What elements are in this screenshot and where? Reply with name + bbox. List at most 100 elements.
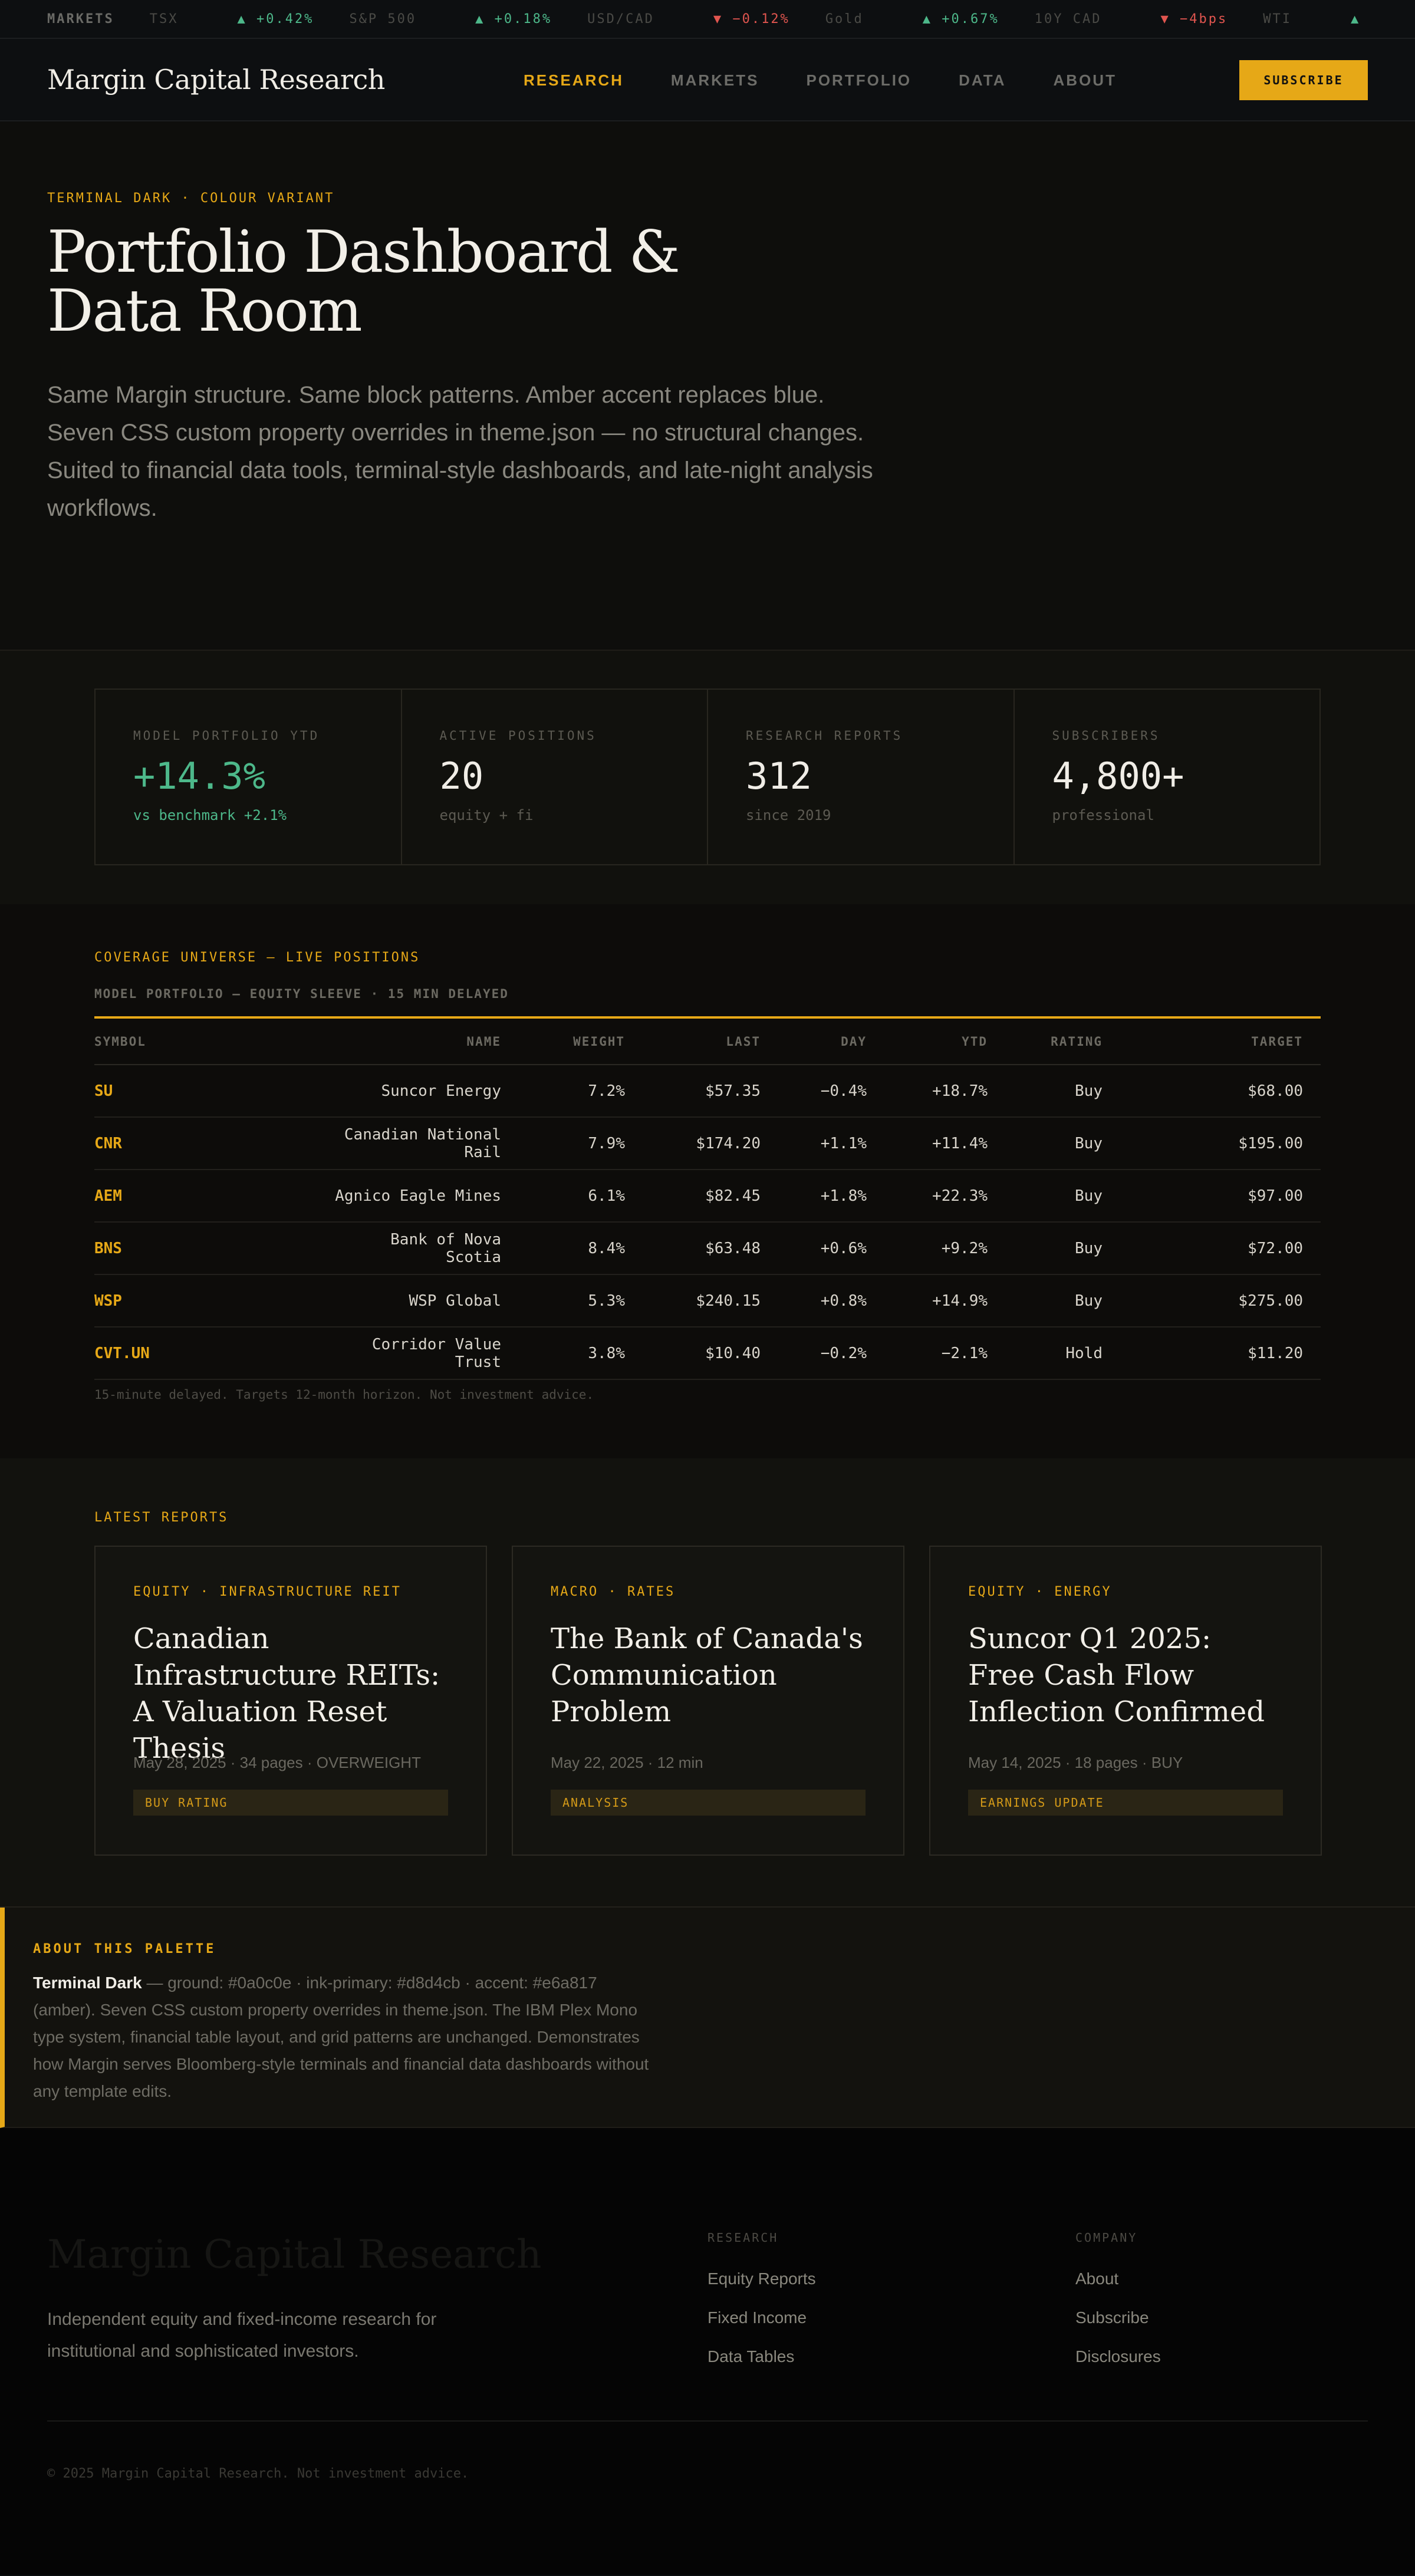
report-card[interactable]: EQUITY · INFRASTRUCTURE REIT Canadian In…: [94, 1546, 487, 1856]
stat-label: RESEARCH REPORTS: [746, 729, 903, 743]
subscribe-button[interactable]: SUBSCRIBE: [1239, 60, 1368, 100]
symbol-cell[interactable]: CNR: [94, 1117, 330, 1170]
report-tag: MACRO · RATES: [551, 1585, 676, 1599]
table-cell: 6.1%: [501, 1170, 625, 1223]
table-cell: +1.1%: [761, 1117, 867, 1170]
ticker-change: ▼ −4bps: [1160, 11, 1228, 27]
column-header[interactable]: DAY: [761, 1017, 867, 1065]
table-cell: 7.2%: [501, 1065, 625, 1118]
market-ticker: MARKETS TSX ▲ +0.42% S&P 500 ▲ +0.18% USD/CA…: [0, 0, 1415, 39]
site-footer: Margin Capital Research Independent equi…: [0, 2128, 1415, 2575]
table-cell: $174.20: [625, 1117, 761, 1170]
table-cell: Buy: [988, 1274, 1103, 1327]
table-row[interactable]: BNS Bank of Nova Scotia 8.4% $63.48 +0.6% +9.…: [94, 1222, 1321, 1275]
column-header[interactable]: TARGET: [1103, 1017, 1321, 1065]
table-cell: $57.35: [625, 1065, 761, 1118]
report-title[interactable]: Canadian Infrastructure REITs: A Valuati…: [133, 1620, 448, 1765]
column-header[interactable]: NAME: [330, 1017, 501, 1065]
ticker-label: MARKETS: [47, 11, 114, 27]
column-header[interactable]: YTD: [867, 1017, 988, 1065]
footer-research-column: RESEARCH Equity Reports Fixed Income Dat…: [708, 2231, 816, 2366]
table-cell: Buy: [988, 1117, 1103, 1170]
table-cell: Hold: [988, 1327, 1103, 1380]
stat-label: ACTIVE POSITIONS: [439, 729, 597, 743]
table-cell: $240.15: [625, 1274, 761, 1327]
footer-link-equity-reports[interactable]: Equity Reports: [708, 2269, 816, 2288]
table-cell: 8.4%: [501, 1222, 625, 1275]
stat-portfolio-ytd: MODEL PORTFOLIO YTD +14.3% vs benchmark …: [96, 690, 402, 864]
ticker-symbol: S&P 500: [349, 11, 417, 27]
symbol-cell[interactable]: BNS: [94, 1222, 330, 1275]
ticker-symbol: 10Y CAD: [1034, 11, 1102, 27]
table-row[interactable]: AEM Agnico Eagle Mines 6.1% $82.45 +1.8% +22.…: [94, 1170, 1321, 1223]
footer-divider: [47, 2420, 1368, 2422]
report-title[interactable]: The Bank of Canada's Communication Probl…: [551, 1620, 866, 1736]
report-badge: ANALYSIS: [551, 1790, 866, 1816]
brand-logo[interactable]: Margin Capital Research: [47, 64, 385, 95]
stat-sub: equity + fi: [439, 807, 534, 823]
footer-link-disclosures[interactable]: Disclosures: [1075, 2347, 1161, 2366]
table-cell: $97.00: [1103, 1170, 1321, 1223]
reports-eyebrow: LATEST REPORTS: [94, 1510, 229, 1525]
report-badge: BUY RATING: [133, 1790, 448, 1816]
table-cell: +14.9%: [867, 1274, 988, 1327]
palette-description: Terminal Dark — ground: #0a0c0e · ink-pr…: [33, 1969, 652, 2105]
stats-grid: MODEL PORTFOLIO YTD +14.3% vs benchmark …: [94, 689, 1321, 865]
stat-label: MODEL PORTFOLIO YTD: [133, 729, 320, 743]
palette-name: Terminal Dark: [33, 1974, 142, 1992]
table-cell: $275.00: [1103, 1274, 1321, 1327]
column-header[interactable]: SYMBOL: [94, 1017, 330, 1065]
footer-link-subscribe[interactable]: Subscribe: [1075, 2308, 1161, 2327]
table-row[interactable]: CVT.UN Corridor Value Trust 3.8% $10.40 −0.2…: [94, 1327, 1321, 1380]
symbol-cell[interactable]: SU: [94, 1065, 330, 1118]
table-cell: WSP Global: [330, 1274, 501, 1327]
nav-link-research[interactable]: RESEARCH: [524, 71, 624, 90]
footer-company-column: COMPANY About Subscribe Disclosures: [1075, 2231, 1161, 2366]
footer-research-heading: RESEARCH: [708, 2231, 779, 2245]
table-cell: 5.3%: [501, 1274, 625, 1327]
column-header[interactable]: RATING: [988, 1017, 1103, 1065]
ticker-change: ▲: [1350, 11, 1361, 27]
table-cell: $72.00: [1103, 1222, 1321, 1275]
table-cell: Buy: [988, 1170, 1103, 1223]
stat-value: 4,800+: [1052, 755, 1184, 798]
table-cell: Suncor Energy: [330, 1065, 501, 1118]
table-row[interactable]: SU Suncor Energy 7.2% $57.35 −0.4% +18.7% Buy $…: [94, 1065, 1321, 1118]
table-row[interactable]: CNR Canadian National Rail 7.9% $174.20 +1.1…: [94, 1117, 1321, 1170]
footer-link-data-tables[interactable]: Data Tables: [708, 2347, 816, 2366]
table-row[interactable]: WSP WSP Global 5.3% $240.15 +0.8% +14.9% Buy $2…: [94, 1274, 1321, 1327]
report-card[interactable]: MACRO · RATES The Bank of Canada's Commu…: [512, 1546, 904, 1856]
footer-copyright: © 2025 Margin Capital Research. Not inve…: [47, 2466, 469, 2481]
stat-sub: professional: [1052, 807, 1154, 823]
stat-label: SUBSCRIBERS: [1052, 729, 1160, 743]
symbol-cell[interactable]: AEM: [94, 1170, 330, 1223]
footer-brand[interactable]: Margin Capital Research: [47, 2232, 542, 2277]
table-cell: Buy: [988, 1065, 1103, 1118]
column-header[interactable]: WEIGHT: [501, 1017, 625, 1065]
nav-link-markets[interactable]: MARKETS: [671, 71, 759, 90]
report-card[interactable]: EQUITY · ENERGY Suncor Q1 2025: Free Cas…: [929, 1546, 1322, 1856]
footer-link-about[interactable]: About: [1075, 2269, 1161, 2288]
nav-link-about[interactable]: ABOUT: [1054, 71, 1117, 90]
footer-link-fixed-income[interactable]: Fixed Income: [708, 2308, 816, 2327]
table-cell: +0.6%: [761, 1222, 867, 1275]
table-cell: Bank of Nova Scotia: [330, 1222, 501, 1275]
stat-subscribers: SUBSCRIBERS 4,800+ professional: [1015, 690, 1320, 864]
column-header[interactable]: LAST: [625, 1017, 761, 1065]
coverage-eyebrow: COVERAGE UNIVERSE — LIVE POSITIONS: [94, 950, 420, 965]
symbol-cell[interactable]: CVT.UN: [94, 1327, 330, 1380]
report-title[interactable]: Suncor Q1 2025: Free Cash Flow Inflectio…: [968, 1620, 1283, 1736]
ticker-symbol: TSX: [149, 11, 179, 27]
ticker-symbol: WTI: [1263, 11, 1292, 27]
stat-sub: since 2019: [746, 807, 831, 823]
symbol-cell[interactable]: WSP: [94, 1274, 330, 1327]
nav-link-portfolio[interactable]: PORTFOLIO: [806, 71, 911, 90]
ticker-items: TSX ▲ +0.42% S&P 500 ▲ +0.18% USD/CAD ▼ −0.12…: [150, 12, 1396, 27]
positions-table: SYMBOL NAME WEIGHT LAST DAY YTD RATING TARGET S…: [94, 1016, 1321, 1380]
ticker-change: ▼ −0.12%: [713, 11, 790, 27]
ticker-change: ▲ +0.18%: [475, 11, 552, 27]
nav-link-data[interactable]: DATA: [959, 71, 1006, 90]
palette-note: ABOUT THIS PALETTE Terminal Dark — groun…: [0, 1908, 1415, 2128]
table-footnote: 15-minute delayed. Targets 12-month hori…: [94, 1388, 594, 1402]
ticker-change: ▲ +0.67%: [922, 11, 999, 27]
